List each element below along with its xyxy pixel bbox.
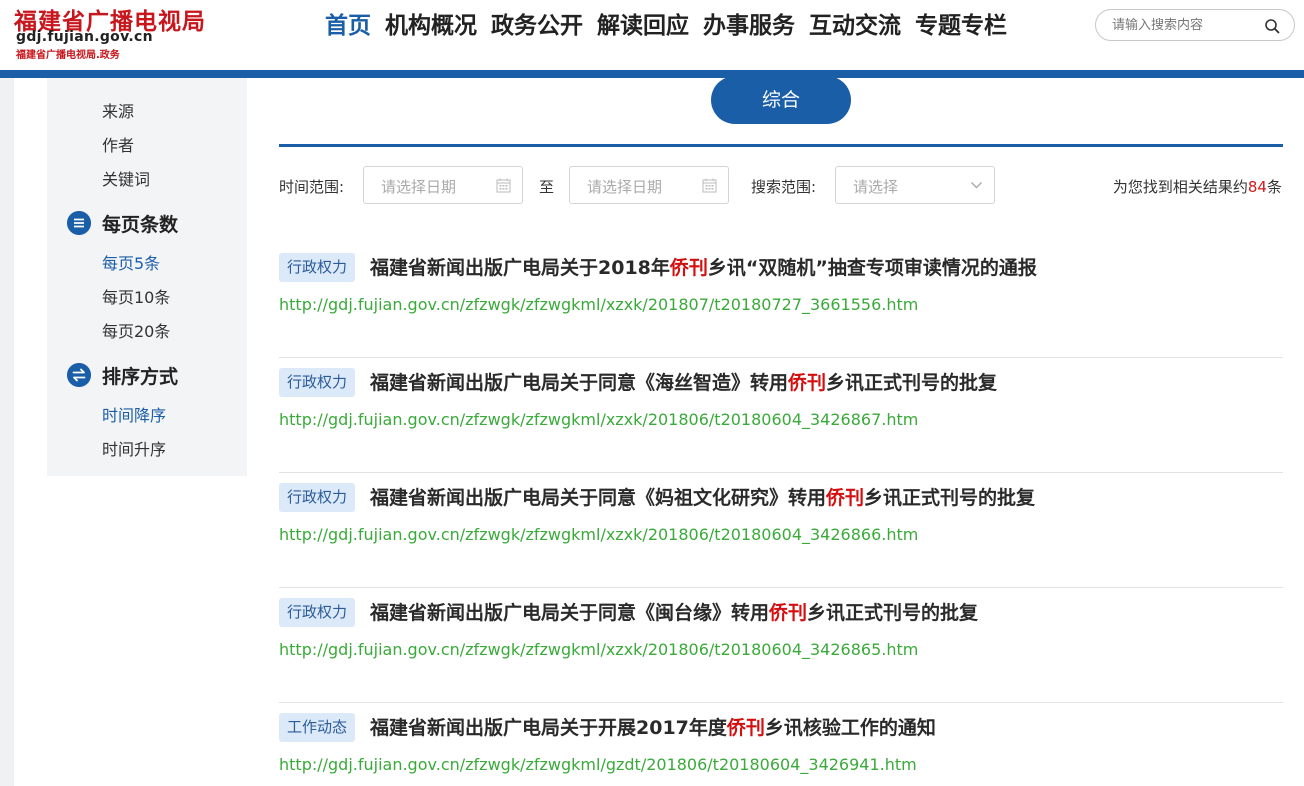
result-title-text: 福建省新闻出版广电局关于开展2017年度 <box>370 717 727 739</box>
result-title[interactable]: 福建省新闻出版广电局关于开展2017年度侨刊乡讯核验工作的通知 <box>370 713 936 740</box>
sidebar-item-keyword[interactable]: 关键词 <box>102 166 150 190</box>
start-date-placeholder: 请选择日期 <box>381 178 457 196</box>
result-count-number: 84 <box>1247 178 1267 196</box>
result-title-text: 乡讯核验工作的通知 <box>764 717 936 739</box>
result-count-prefix: 为您找到相关结果约 <box>1112 178 1248 196</box>
nav-about[interactable]: 机构概况 <box>378 8 484 44</box>
site-header: 福建省广播电视局 gdj.fujian.gov.cn 福建省广播电视局.政务 首… <box>0 0 1304 70</box>
result-count: 为您找到相关结果约84条 <box>1113 176 1282 197</box>
result-title-text: 乡讯正式刊号的批复 <box>826 372 998 394</box>
category-tag[interactable]: 行政权力 <box>279 598 356 627</box>
per-page-option-10[interactable]: 每页10条 <box>102 284 170 308</box>
result-item: 行政权力 福建省新闻出版广电局关于同意《海丝智造》转用侨刊乡讯正式刊号的批复 h… <box>279 357 1283 473</box>
scope-placeholder: 请选择 <box>853 178 899 196</box>
nav-interaction[interactable]: 互动交流 <box>802 8 908 44</box>
logo-subtitle: 福建省广播电视局.政务 <box>16 50 120 61</box>
search-icon[interactable] <box>1264 18 1280 34</box>
to-label: 至 <box>539 178 555 196</box>
result-title-text: 乡讯“双随机”抽查专项审读情况的通报 <box>707 257 1037 279</box>
result-url[interactable]: http://gdj.fujian.gov.cn/zfzwgk/zfzwgkml… <box>279 755 917 774</box>
per-page-option-20[interactable]: 每页20条 <box>102 318 170 342</box>
result-title-text: 乡讯正式刊号的批复 <box>807 602 979 624</box>
chevron-down-icon <box>971 182 982 189</box>
nav-interpretation[interactable]: 解读回应 <box>590 8 696 44</box>
logo-domain: gdj.fujian.gov.cn <box>16 29 153 45</box>
result-title-text: 福建省新闻出版广电局关于同意《闽台缘》转用 <box>370 602 770 624</box>
result-url[interactable]: http://gdj.fujian.gov.cn/zfzwgk/zfzwgkml… <box>279 640 918 659</box>
result-title[interactable]: 福建省新闻出版广电局关于2018年侨刊乡讯“双随机”抽查专项审读情况的通报 <box>370 253 1037 280</box>
result-title[interactable]: 福建省新闻出版广电局关于同意《闽台缘》转用侨刊乡讯正式刊号的批复 <box>370 598 978 625</box>
result-title-highlight: 侨刊 <box>826 487 865 509</box>
sort-heading-label: 排序方式 <box>102 365 179 388</box>
end-date-field[interactable]: 请选择日期 <box>569 166 729 204</box>
category-tag[interactable]: 行政权力 <box>279 368 356 397</box>
sort-option-asc[interactable]: 时间升序 <box>102 436 166 460</box>
result-item: 行政权力 福建省新闻出版广电局关于同意《妈祖文化研究》转用侨刊乡讯正式刊号的批复… <box>279 472 1283 588</box>
result-title-text: 福建省新闻出版广电局关于同意《海丝智造》转用 <box>370 372 789 394</box>
sort-heading: 排序方式 <box>67 362 178 388</box>
end-date-placeholder: 请选择日期 <box>587 178 663 196</box>
header-divider-bar <box>0 70 1304 78</box>
result-item: 行政权力 福建省新闻出版广电局关于2018年侨刊乡讯“双随机”抽查专项审读情况的… <box>279 242 1283 358</box>
nav-gov-affairs[interactable]: 政务公开 <box>484 8 590 44</box>
result-title-text: 福建省新闻出版广电局关于同意《妈祖文化研究》转用 <box>370 487 827 509</box>
result-url[interactable]: http://gdj.fujian.gov.cn/zfzwgk/zfzwgkml… <box>279 295 918 314</box>
category-tag[interactable]: 行政权力 <box>279 483 356 512</box>
result-title[interactable]: 福建省新闻出版广电局关于同意《妈祖文化研究》转用侨刊乡讯正式刊号的批复 <box>370 483 1035 510</box>
per-page-heading-label: 每页条数 <box>102 213 179 236</box>
scope-label: 搜索范围: <box>751 178 817 196</box>
start-date-field[interactable]: 请选择日期 <box>363 166 523 204</box>
nav-home[interactable]: 首页 <box>318 8 378 44</box>
result-title-highlight: 侨刊 <box>769 602 808 624</box>
result-url[interactable]: http://gdj.fujian.gov.cn/zfzwgk/zfzwgkml… <box>279 410 918 429</box>
sidebar-item-author[interactable]: 作者 <box>102 132 134 156</box>
sidebar-item-source[interactable]: 来源 <box>102 98 134 122</box>
category-tag[interactable]: 工作动态 <box>279 713 356 742</box>
result-title-highlight: 侨刊 <box>669 257 708 279</box>
calendar-icon <box>496 178 511 193</box>
main-nav: 首页 机构概况 政务公开 解读回应 办事服务 互动交流 专题专栏 <box>318 8 1014 44</box>
calendar-icon <box>702 178 717 193</box>
tab-comprehensive[interactable]: 综合 <box>711 76 851 124</box>
result-url[interactable]: http://gdj.fujian.gov.cn/zfzwgk/zfzwgkml… <box>279 525 918 544</box>
swap-icon <box>67 363 91 387</box>
result-title-text: 乡讯正式刊号的批复 <box>864 487 1036 509</box>
nav-services[interactable]: 办事服务 <box>696 8 802 44</box>
list-icon <box>67 211 91 235</box>
filter-sidebar: 来源 作者 关键词 每页条数 每页5条 每页10条 每页20条 排序方式 时间降… <box>47 78 247 476</box>
search-box <box>1095 9 1295 41</box>
category-tag[interactable]: 行政权力 <box>279 253 356 282</box>
per-page-option-5[interactable]: 每页5条 <box>102 250 160 274</box>
nav-topics[interactable]: 专题专栏 <box>908 8 1014 44</box>
scope-select[interactable]: 请选择 <box>835 166 995 204</box>
result-title[interactable]: 福建省新闻出版广电局关于同意《海丝智造》转用侨刊乡讯正式刊号的批复 <box>370 368 997 395</box>
result-item: 行政权力 福建省新闻出版广电局关于同意《闽台缘》转用侨刊乡讯正式刊号的批复 ht… <box>279 587 1283 703</box>
search-input[interactable] <box>1112 16 1262 34</box>
time-range-label: 时间范围: <box>279 178 345 196</box>
main-divider <box>279 144 1283 147</box>
page-left-edge <box>0 78 14 786</box>
result-title-highlight: 侨刊 <box>788 372 827 394</box>
result-item: 工作动态 福建省新闻出版广电局关于开展2017年度侨刊乡讯核验工作的通知 htt… <box>279 702 1283 786</box>
result-count-suffix: 条 <box>1266 178 1282 196</box>
per-page-heading: 每页条数 <box>67 210 178 236</box>
sort-option-desc[interactable]: 时间降序 <box>102 402 166 426</box>
result-title-text: 福建省新闻出版广电局关于2018年 <box>370 257 670 279</box>
result-title-highlight: 侨刊 <box>726 717 765 739</box>
site-logo[interactable]: 福建省广播电视局 gdj.fujian.gov.cn 福建省广播电视局.政务 <box>12 2 222 64</box>
